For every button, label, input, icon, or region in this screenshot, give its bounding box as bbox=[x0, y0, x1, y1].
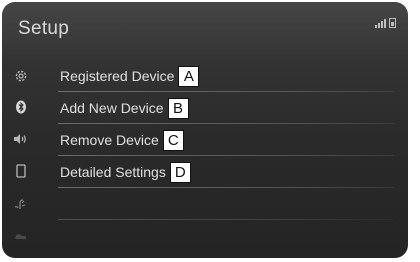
vehicle-icon[interactable] bbox=[2, 222, 40, 250]
menu-item-label: Registered Device bbox=[60, 68, 175, 84]
callout-label: B bbox=[167, 97, 189, 119]
device-menu: Registered Device A Add New Device B Rem… bbox=[50, 60, 394, 220]
menu-item-add-new-device[interactable]: Add New Device B bbox=[50, 92, 394, 124]
battery-icon bbox=[389, 18, 396, 28]
sidebar bbox=[2, 60, 40, 258]
menu-item-registered-device[interactable]: Registered Device A bbox=[50, 60, 394, 92]
callout-label: C bbox=[162, 129, 184, 151]
menu-item-label: Detailed Settings bbox=[60, 164, 166, 180]
phone-icon[interactable] bbox=[2, 157, 40, 185]
signal-bars-icon bbox=[375, 19, 386, 28]
menu-item-remove-device[interactable]: Remove Device C bbox=[50, 124, 394, 156]
voice-icon[interactable] bbox=[2, 190, 40, 218]
gear-icon[interactable] bbox=[2, 62, 40, 90]
callout-label: A bbox=[178, 65, 200, 87]
menu-item-label: Add New Device bbox=[60, 100, 164, 116]
menu-item-label: Remove Device bbox=[60, 132, 159, 148]
setup-screen: Setup Registered Device A Add New Device… bbox=[2, 2, 408, 258]
bluetooth-icon[interactable] bbox=[2, 93, 40, 121]
callout-label: D bbox=[169, 161, 191, 183]
status-area bbox=[375, 18, 396, 28]
menu-item-detailed-settings[interactable]: Detailed Settings D bbox=[50, 156, 394, 188]
menu-item-empty bbox=[50, 188, 394, 220]
page-title: Setup bbox=[18, 18, 70, 39]
speaker-icon[interactable] bbox=[2, 125, 40, 153]
